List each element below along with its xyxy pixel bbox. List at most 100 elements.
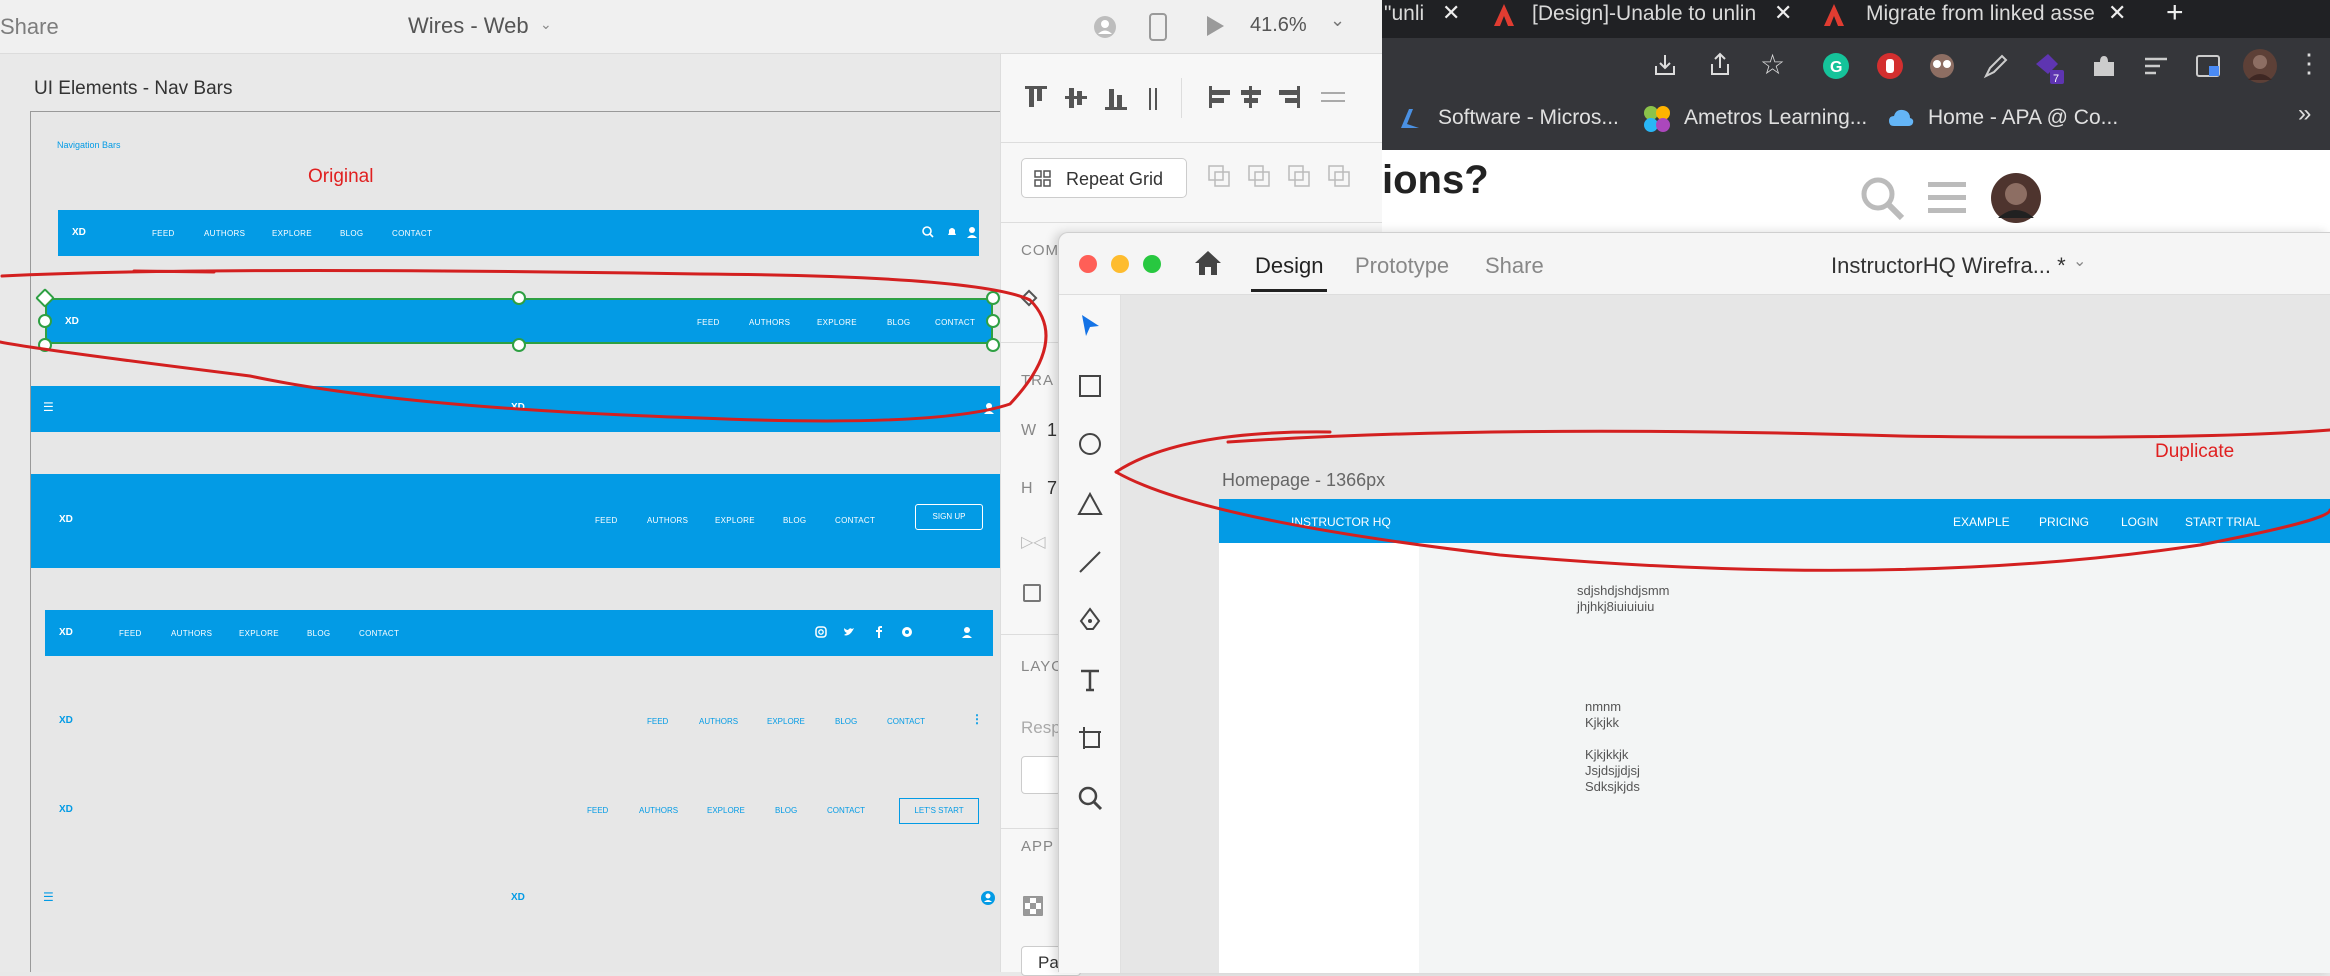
hamburger-menu-icon[interactable]: [1928, 180, 1968, 216]
zoom-chevron-icon[interactable]: ⌄: [1330, 10, 1345, 31]
close-tab-icon[interactable]: ✕: [1442, 0, 1460, 26]
nav-link-feed[interactable]: FEED: [647, 717, 668, 726]
stop-hand-icon[interactable]: [1876, 52, 1904, 80]
globe-icon[interactable]: [901, 626, 913, 638]
height-value[interactable]: 7: [1047, 478, 1057, 499]
nav-link-explore[interactable]: EXPLORE: [707, 806, 745, 815]
twitter-icon[interactable]: [843, 626, 855, 638]
polygon-icon[interactable]: [1077, 491, 1103, 517]
user-avatar[interactable]: [1990, 172, 2042, 224]
nav-link-contact[interactable]: CONTACT: [887, 717, 925, 726]
cloud-icon[interactable]: [1888, 106, 1914, 130]
navbar-1[interactable]: XD FEED AUTHORS EXPLORE BLOG CONTACT: [58, 210, 979, 256]
doc-title[interactable]: Wires - Web: [408, 13, 529, 39]
width-value[interactable]: 1: [1047, 420, 1057, 441]
boolean-ops-icons[interactable]: [1207, 164, 1363, 190]
selection-handle[interactable]: [38, 314, 52, 328]
selection-handle[interactable]: [512, 338, 526, 352]
ametros-icon[interactable]: [1642, 104, 1672, 134]
install-app-icon[interactable]: [1652, 52, 1678, 78]
text-icon[interactable]: [1077, 667, 1103, 693]
selection-handle[interactable]: [986, 338, 1000, 352]
purple-extension-icon[interactable]: 7: [2032, 50, 2066, 86]
nav-logo[interactable]: XD: [511, 402, 525, 413]
tab-prototype[interactable]: Prototype: [1355, 253, 1449, 279]
nav-link-pricing[interactable]: PRICING: [2039, 515, 2089, 529]
align-horizontal-icons[interactable]: [1209, 84, 1359, 114]
minimize-window-button[interactable]: [1111, 255, 1129, 273]
more-vertical-icon[interactable]: ⋮: [971, 712, 983, 726]
play-icon[interactable]: [1204, 14, 1226, 38]
nav-link-authors[interactable]: AUTHORS: [749, 318, 790, 327]
nav-logo[interactable]: XD: [59, 715, 73, 726]
facebook-icon[interactable]: [875, 626, 883, 638]
more-menu-icon[interactable]: ⋮: [2296, 48, 2322, 79]
nav-link-contact[interactable]: CONTACT: [359, 629, 399, 638]
nav-link-contact[interactable]: CONTACT: [827, 806, 865, 815]
nav-link-blog[interactable]: BLOG: [775, 806, 797, 815]
nav-link-authors[interactable]: AUTHORS: [647, 516, 688, 525]
new-tab-icon[interactable]: +: [2166, 0, 2184, 30]
navbar-4[interactable]: XD FEED AUTHORS EXPLORE BLOG CONTACT SIG…: [31, 474, 1001, 568]
pen-extension-icon[interactable]: [1982, 52, 2010, 80]
nav-logo[interactable]: XD: [511, 892, 525, 903]
navbar-3[interactable]: ☰ XD: [31, 386, 1001, 432]
nav-link-authors[interactable]: AUTHORS: [699, 717, 738, 726]
line-icon[interactable]: [1077, 549, 1103, 575]
doc-title[interactable]: InstructorHQ Wirefra... *: [1831, 253, 2066, 279]
artboard-title[interactable]: Homepage - 1366px: [1222, 470, 1385, 491]
nav-link-explore[interactable]: EXPLORE: [817, 318, 857, 327]
instagram-icon[interactable]: [815, 626, 827, 638]
menu-icon[interactable]: ☰: [43, 890, 54, 904]
azure-icon[interactable]: [1398, 106, 1422, 130]
nav-link-blog[interactable]: BLOG: [835, 717, 857, 726]
share-tab[interactable]: Share: [0, 14, 59, 40]
chevron-down-icon[interactable]: ⌄: [540, 16, 552, 33]
nav-link-contact[interactable]: CONTACT: [935, 318, 975, 327]
chevron-down-icon[interactable]: ⌄: [2073, 251, 2086, 271]
reading-list-icon[interactable]: [2142, 52, 2170, 80]
user-icon[interactable]: [961, 626, 973, 638]
repeat-grid-button[interactable]: Repeat Grid: [1021, 158, 1187, 198]
tab-share[interactable]: Share: [1485, 253, 1544, 279]
close-tab-icon[interactable]: ✕: [2108, 0, 2126, 26]
browser-tab-1[interactable]: "unli: [1384, 2, 1434, 40]
share-icon[interactable]: [1708, 52, 1732, 78]
bookmark-apa[interactable]: Home - APA @ Co...: [1928, 106, 2118, 130]
close-tab-icon[interactable]: ✕: [1774, 0, 1792, 26]
nav-link-contact[interactable]: CONTACT: [392, 229, 432, 238]
nav-link-feed[interactable]: FEED: [697, 318, 720, 327]
nav-link-feed[interactable]: FEED: [152, 229, 175, 238]
user-icon[interactable]: [1092, 14, 1118, 40]
nav-link-authors[interactable]: AUTHORS: [204, 229, 245, 238]
profile-avatar[interactable]: [2242, 48, 2278, 84]
responsive-toggle[interactable]: [1021, 756, 1061, 794]
close-window-button[interactable]: [1079, 255, 1097, 273]
nav-link-feed[interactable]: FEED: [119, 629, 142, 638]
nav-logo[interactable]: XD: [72, 227, 86, 238]
nav-link-start-trial[interactable]: START TRIAL: [2185, 515, 2260, 529]
homepage-artboard[interactable]: INSTRUCTOR HQ EXAMPLE PRICING LOGIN STAR…: [1219, 499, 2330, 973]
rectangle-icon[interactable]: [1077, 373, 1103, 399]
home-icon[interactable]: [1193, 249, 1223, 277]
zoom-icon[interactable]: [1077, 785, 1103, 811]
nav-link-contact[interactable]: CONTACT: [835, 516, 875, 525]
nav-logo[interactable]: INSTRUCTOR HQ: [1291, 515, 1391, 529]
nav-logo[interactable]: XD: [65, 316, 79, 327]
flip-horizontal-icon[interactable]: ▷◁: [1021, 532, 1046, 552]
nav-logo[interactable]: XD: [59, 627, 73, 638]
menu-icon[interactable]: ☰: [43, 400, 54, 414]
owl-extension-icon[interactable]: [1928, 52, 1956, 80]
selection-handle[interactable]: [512, 291, 526, 305]
selection-handle[interactable]: [986, 291, 1000, 305]
nav-link-blog[interactable]: BLOG: [887, 318, 910, 327]
nav-link-login[interactable]: LOGIN: [2121, 515, 2158, 529]
select-arrow-icon[interactable]: [1077, 313, 1103, 339]
nav-link-authors[interactable]: AUTHORS: [639, 806, 678, 815]
user-avatar-icon[interactable]: [981, 891, 995, 905]
pen-icon[interactable]: [1077, 607, 1103, 633]
extensions-puzzle-icon[interactable]: [2090, 52, 2118, 80]
navbar-6[interactable]: XD FEED AUTHORS EXPLORE BLOG CONTACT ⋮: [45, 698, 993, 744]
selection-handle[interactable]: [986, 314, 1000, 328]
nav-link-blog[interactable]: BLOG: [340, 229, 363, 238]
